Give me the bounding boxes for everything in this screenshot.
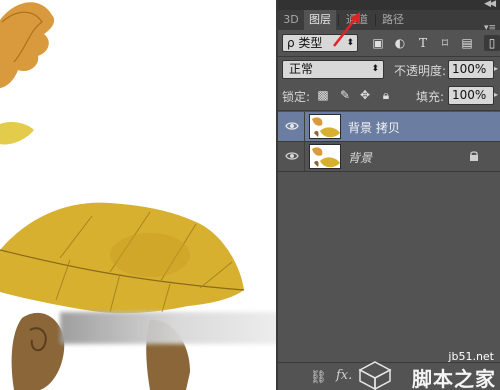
pixel-layer-filter-icon[interactable]: ▣ xyxy=(370,35,386,51)
divider xyxy=(304,112,305,141)
divider xyxy=(304,142,305,171)
divider xyxy=(278,56,500,57)
layer-thumbnail xyxy=(309,114,341,139)
filter-toggle-icon[interactable]: ▯ xyxy=(484,35,500,51)
layer-thumbnail xyxy=(309,144,341,169)
collapse-panel-icon[interactable]: ◀◀ xyxy=(484,0,496,9)
lock-position-icon[interactable]: ✥ xyxy=(358,88,372,102)
type-layer-filter-icon[interactable]: T xyxy=(415,35,431,51)
tab-3d[interactable]: 3D xyxy=(278,10,304,30)
blend-mode-value: 正常 xyxy=(289,62,314,76)
fill-field[interactable]: 100% xyxy=(448,86,494,105)
blend-mode-select[interactable]: 正常 ⬍ xyxy=(282,60,384,79)
lock-icon xyxy=(470,151,478,161)
divider xyxy=(278,110,500,111)
tab-paths[interactable]: 路径 xyxy=(376,10,410,30)
panel-tab-bar: 3D 图层 通道 路径 ▾≡ xyxy=(278,10,500,33)
layer-row[interactable]: 背景 xyxy=(278,142,500,171)
watermark-url: jb51.net xyxy=(448,350,494,363)
smart-object-filter-icon[interactable]: ▤ xyxy=(459,35,475,51)
annotation-arrow-icon xyxy=(333,12,360,47)
fx-icon[interactable]: fx. xyxy=(336,368,352,383)
lock-label: 锁定: xyxy=(282,90,311,104)
opacity-label: 不透明度: xyxy=(394,64,447,78)
site-watermark: jb51.net 脚本之家 xyxy=(354,350,500,390)
blend-row: 正常 ⬍ 不透明度: 100% ▸ xyxy=(278,59,500,81)
fill-slider-arrow-icon[interactable]: ▸ xyxy=(494,90,498,99)
layer-name[interactable]: 背景 拷贝 xyxy=(348,119,400,136)
watermark-text: 脚本之家 xyxy=(412,367,496,390)
layers-panel: ◀◀ 3D 图层 通道 路径 ▾≡ ρ 类型 ⬍ ▣ ◐ T ⌑ ▤ ▯ 正常 … xyxy=(278,0,500,390)
blurred-overlay-band xyxy=(60,312,276,344)
lock-row: 锁定: ▩ ✎ ✥ 🔒︎ 填充: 100% ▸ xyxy=(278,85,500,107)
link-icon[interactable]: ⛓︎ xyxy=(310,370,327,385)
shape-layer-filter-icon[interactable]: ⌑ xyxy=(437,35,453,51)
layer-filter-row: ρ 类型 ⬍ ▣ ◐ T ⌑ ▤ ▯ xyxy=(278,32,500,54)
eye-icon[interactable] xyxy=(285,120,299,132)
panel-top-strip: ◀◀ xyxy=(278,0,500,10)
lock-all-icon[interactable]: 🔒︎ xyxy=(379,88,393,102)
lock-image-pixels-icon[interactable]: ✎ xyxy=(338,88,352,102)
watermark-cube-icon xyxy=(358,361,392,390)
opacity-field[interactable]: 100% xyxy=(448,60,494,79)
layer-row[interactable]: 背景 拷贝 xyxy=(278,112,500,141)
layer-name[interactable]: 背景 xyxy=(348,149,372,166)
opacity-slider-arrow-icon[interactable]: ▸ xyxy=(494,64,498,73)
filter-kind-label: ρ 类型 xyxy=(287,36,323,50)
dropdown-arrow-icon: ⬍ xyxy=(371,64,379,74)
divider xyxy=(278,171,500,172)
adjustment-layer-filter-icon[interactable]: ◐ xyxy=(392,35,408,51)
lock-transparent-pixels-icon[interactable]: ▩ xyxy=(316,88,330,102)
fill-label: 填充: xyxy=(416,90,445,104)
document-canvas[interactable] xyxy=(0,0,276,390)
eye-icon[interactable] xyxy=(285,150,299,162)
